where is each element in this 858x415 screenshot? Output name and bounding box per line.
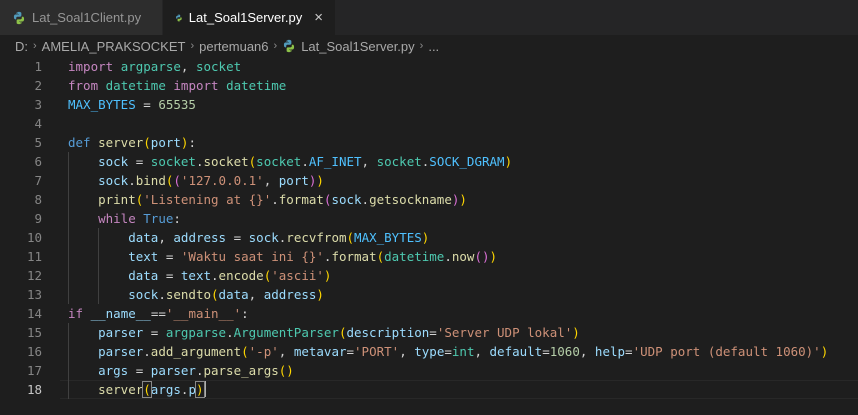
code-text: sock.sendto(data, address) — [128, 287, 324, 302]
chevron-right-icon: › — [273, 40, 278, 52]
line-number: 12 — [26, 268, 42, 283]
code-line[interactable]: 17 args = parser.parse_args() — [0, 361, 858, 380]
indent-guide — [98, 228, 100, 304]
code-text: args = parser.parse_args() — [98, 363, 294, 378]
tab-client-file[interactable]: Lat_Soal1Client.py — [0, 0, 163, 35]
code-text: while True: — [98, 211, 181, 226]
line-number: 11 — [26, 249, 42, 264]
code-line[interactable]: 9 while True: — [0, 209, 858, 228]
chevron-right-icon: › — [33, 40, 37, 52]
close-tab-icon[interactable]: × — [314, 10, 323, 25]
code-editor[interactable]: 1 import argparse, socket 2 from datetime i… — [0, 57, 858, 415]
indent-guide — [68, 323, 69, 399]
code-text: text = 'Waktu saat ini {}'.format(dateti… — [128, 249, 498, 264]
line-number: 1 — [34, 59, 42, 74]
indent-guide — [68, 152, 69, 304]
code-text: server(args.p) — [98, 381, 206, 398]
breadcrumb-file[interactable]: Lat_Soal1Server.py — [282, 38, 415, 54]
python-file-icon — [13, 11, 25, 24]
tab-server-file[interactable]: Lat_Soal1Server.py × — [163, 0, 335, 35]
breadcrumb-file-label: Lat_Soal1Server.py — [301, 38, 415, 54]
tab-client-label: Lat_Soal1Client.py — [32, 10, 142, 25]
code-line[interactable]: 14 if __name__=='__main__': — [0, 304, 858, 323]
breadcrumb: D: › AMELIA_PRAKSOCKET › pertemuan6 › La… — [0, 35, 858, 57]
text-cursor — [203, 381, 206, 397]
code-line[interactable]: 11 text = 'Waktu saat ini {}'.format(dat… — [0, 247, 858, 266]
line-number: 3 — [34, 97, 42, 112]
code-text: sock = socket.socket(socket.AF_INET, soc… — [98, 154, 513, 169]
code-text: import argparse, socket — [68, 59, 242, 74]
line-number: 10 — [26, 230, 42, 245]
code-line[interactable]: 10 data, address = sock.recvfrom(MAX_BYT… — [0, 228, 858, 247]
code-line[interactable]: 18 server(args.p) — [0, 380, 858, 399]
code-line[interactable]: 8 print('Listening at {}'.format(sock.ge… — [0, 190, 858, 209]
line-number: 9 — [34, 211, 42, 226]
tab-server-label: Lat_Soal1Server.py — [188, 10, 303, 25]
line-number: 17 — [26, 363, 42, 378]
code-line[interactable]: 4 — [0, 114, 858, 133]
breadcrumb-folder-project[interactable]: AMELIA_PRAKSOCKET — [42, 39, 186, 54]
code-line[interactable]: 16 parser.add_argument('-p', metavar='PO… — [0, 342, 858, 361]
code-line[interactable]: 1 import argparse, socket — [0, 57, 858, 76]
code-text: data, address = sock.recvfrom(MAX_BYTES) — [128, 230, 430, 245]
line-number: 7 — [34, 173, 42, 188]
python-file-icon — [284, 39, 295, 53]
line-number: 13 — [26, 287, 42, 302]
code-line[interactable]: 6 sock = socket.socket(socket.AF_INET, s… — [0, 152, 858, 171]
line-number: 8 — [34, 192, 42, 207]
line-number: 15 — [26, 325, 42, 340]
breadcrumb-folder-pertemuan[interactable]: pertemuan6 — [199, 39, 268, 54]
breadcrumb-symbols[interactable]: ... — [428, 39, 439, 54]
tab-bar: Lat_Soal1Client.py Lat_Soal1Server.py × — [0, 0, 858, 35]
code-line[interactable]: 15 parser = argparse.ArgumentParser(desc… — [0, 323, 858, 342]
code-text: from datetime import datetime — [68, 78, 287, 93]
chevron-right-icon: › — [419, 40, 424, 52]
code-line[interactable]: 5 def server(port): — [0, 133, 858, 152]
code-line[interactable]: 3 MAX_BYTES = 65535 — [0, 95, 858, 114]
breadcrumb-drive[interactable]: D: — [15, 39, 28, 54]
code-text: parser = argparse.ArgumentParser(descrip… — [98, 325, 580, 340]
line-number: 14 — [26, 306, 42, 321]
line-number: 18 — [26, 382, 42, 397]
code-line[interactable]: 12 data = text.encode('ascii') — [0, 266, 858, 285]
code-line[interactable]: 2 from datetime import datetime — [0, 76, 858, 95]
code-text: def server(port): — [68, 135, 196, 150]
code-text: MAX_BYTES = 65535 — [68, 97, 196, 112]
code-text: data = text.encode('ascii') — [128, 268, 332, 283]
line-number: 6 — [34, 154, 42, 169]
code-text: sock.bind(('127.0.0.1', port)) — [98, 173, 324, 188]
line-number: 2 — [34, 78, 42, 93]
code-text: parser.add_argument('-p', metavar='PORT'… — [98, 344, 829, 359]
code-line[interactable]: 7 sock.bind(('127.0.0.1', port)) — [0, 171, 858, 190]
chevron-right-icon: › — [190, 40, 195, 52]
python-file-icon — [176, 14, 182, 21]
line-number: 5 — [34, 135, 42, 150]
code-text: if __name__=='__main__': — [68, 306, 249, 321]
line-number: 16 — [26, 344, 42, 359]
code-text: print('Listening at {}'.format(sock.gets… — [98, 192, 467, 207]
line-number: 4 — [34, 116, 42, 131]
code-line[interactable]: 13 sock.sendto(data, address) — [0, 285, 858, 304]
